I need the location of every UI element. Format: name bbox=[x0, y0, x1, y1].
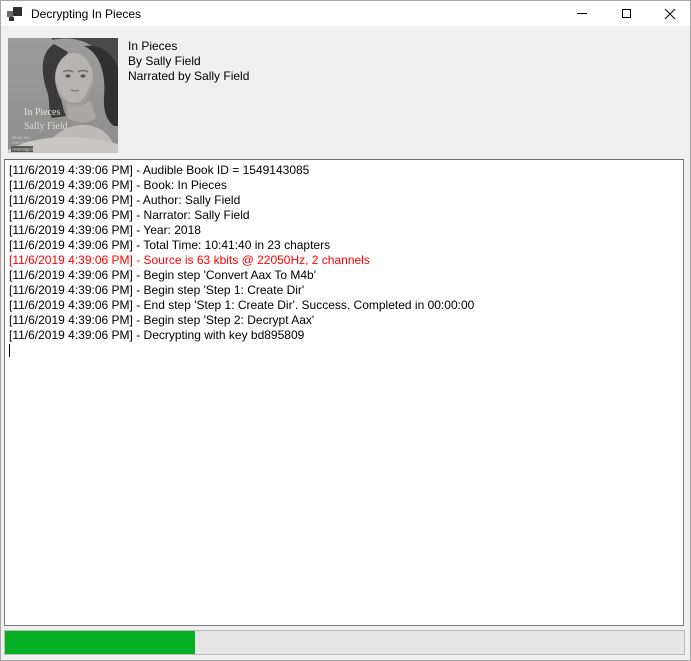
cover-author-text: Sally Field bbox=[24, 121, 68, 132]
cover-readby-line2: THE AUTHOR bbox=[12, 140, 38, 145]
log-line: [11/6/2019 4:39:06 PM] - Book: In Pieces bbox=[9, 178, 679, 193]
log-line: [11/6/2019 4:39:06 PM] - Author: Sally F… bbox=[9, 193, 679, 208]
cover-title-text: In Pieces bbox=[24, 107, 60, 118]
log-line: [11/6/2019 4:39:06 PM] - Source is 63 kb… bbox=[9, 253, 679, 268]
log-line: [11/6/2019 4:39:06 PM] - Total Time: 10:… bbox=[9, 238, 679, 253]
log-line: [11/6/2019 4:39:06 PM] - Narrator: Sally… bbox=[9, 208, 679, 223]
book-cover: In Pieces Sally Field READ BY THE AUTHOR… bbox=[8, 38, 118, 153]
close-icon bbox=[664, 8, 676, 20]
app-window: Decrypting In Pieces bbox=[0, 0, 691, 661]
book-author: By Sally Field bbox=[128, 54, 249, 69]
text-caret bbox=[9, 344, 10, 357]
cover-unabridged-label: Unabridged bbox=[12, 147, 33, 152]
log-line: [11/6/2019 4:39:06 PM] - Begin step 'Ste… bbox=[9, 283, 679, 298]
book-cover-image: In Pieces Sally Field READ BY THE AUTHOR… bbox=[8, 38, 118, 153]
log-textbox[interactable]: [11/6/2019 4:39:06 PM] - Audible Book ID… bbox=[4, 159, 684, 626]
book-info: In Pieces By Sally Field Narrated by Sal… bbox=[128, 39, 249, 84]
log-line: [11/6/2019 4:39:06 PM] - Begin step 'Con… bbox=[9, 268, 679, 283]
book-title: In Pieces bbox=[128, 39, 249, 54]
maximize-button[interactable] bbox=[604, 1, 649, 26]
titlebar[interactable]: Decrypting In Pieces bbox=[1, 1, 690, 26]
progress-fill bbox=[5, 631, 195, 654]
progress-bar bbox=[4, 630, 685, 655]
log-line: [11/6/2019 4:39:06 PM] - Begin step 'Ste… bbox=[9, 313, 679, 328]
log-line: [11/6/2019 4:39:06 PM] - Decrypting with… bbox=[9, 328, 679, 343]
log-line: [11/6/2019 4:39:06 PM] - Year: 2018 bbox=[9, 223, 679, 238]
maximize-icon bbox=[622, 9, 631, 18]
log-line: [11/6/2019 4:39:06 PM] - Audible Book ID… bbox=[9, 163, 679, 178]
minimize-button[interactable] bbox=[559, 1, 604, 26]
app-icon bbox=[7, 6, 23, 22]
log-line: [11/6/2019 4:39:06 PM] - End step 'Step … bbox=[9, 298, 679, 313]
minimize-icon bbox=[577, 13, 587, 14]
close-button[interactable] bbox=[649, 1, 690, 26]
book-narrator: Narrated by Sally Field bbox=[128, 69, 249, 84]
window-title: Decrypting In Pieces bbox=[31, 7, 141, 21]
